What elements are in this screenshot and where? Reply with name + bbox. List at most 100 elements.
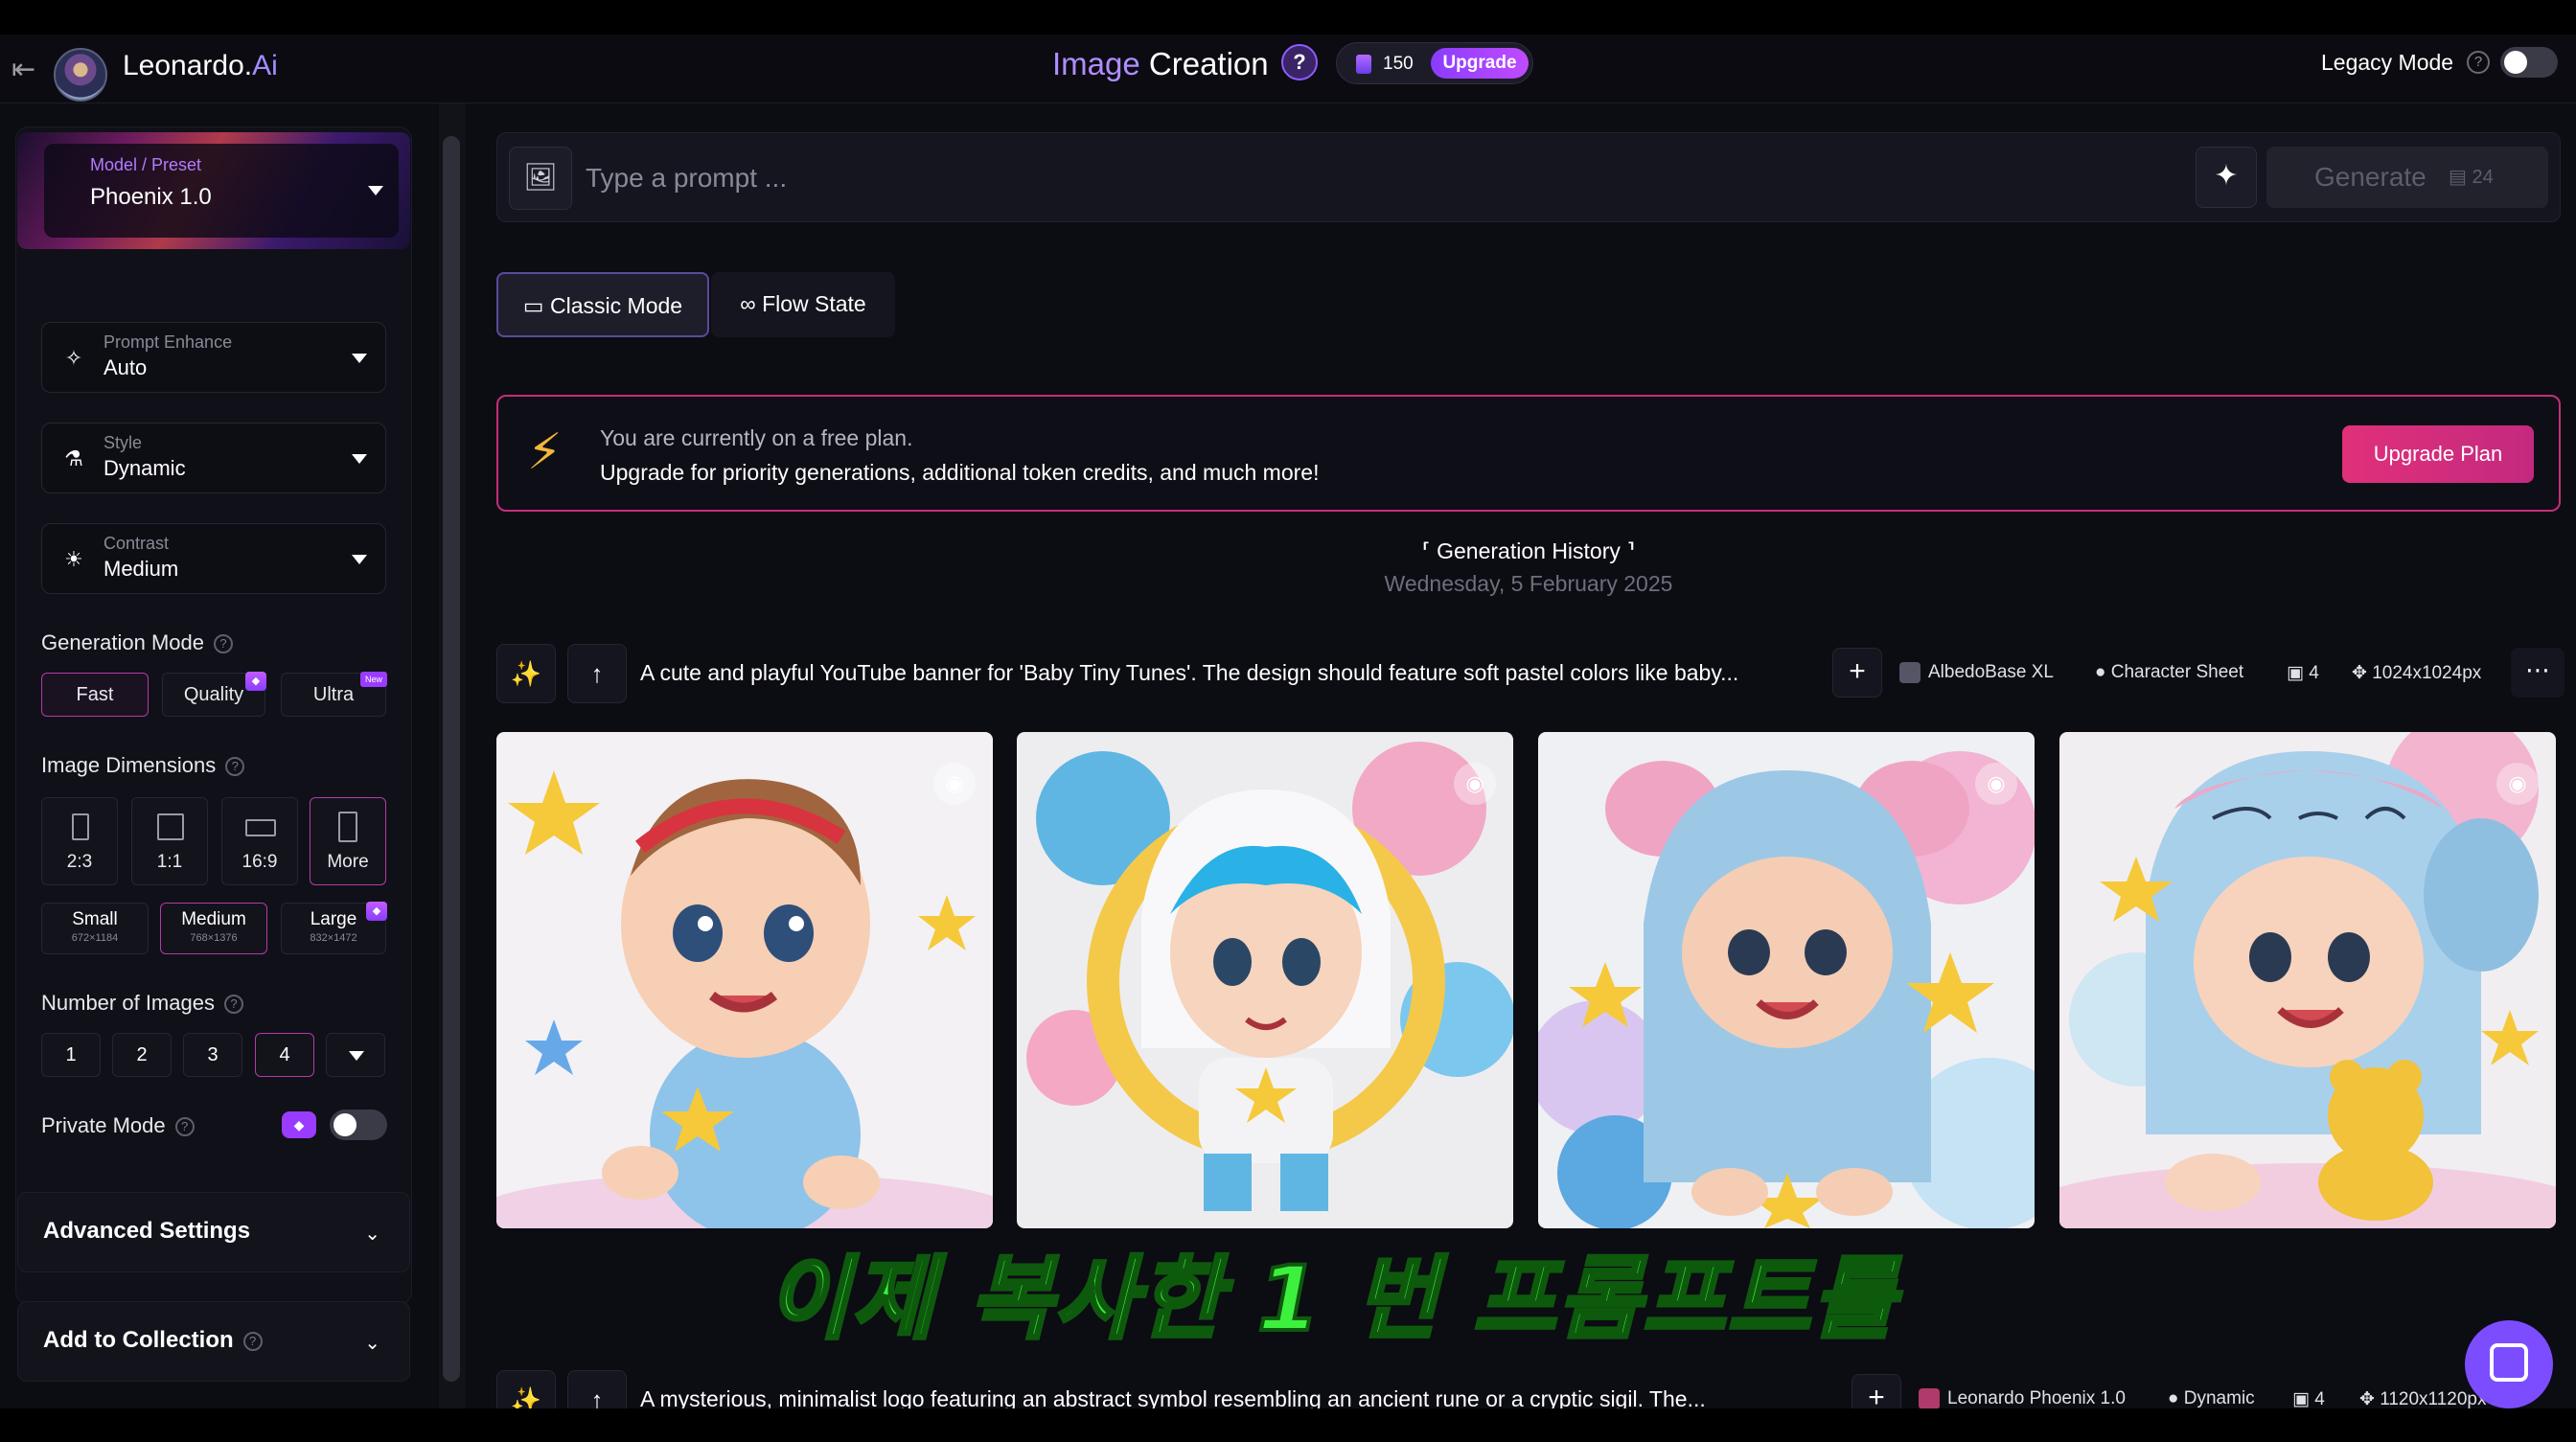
- reuse-prompt-arrow-icon[interactable]: ↑: [567, 644, 627, 703]
- brand-name[interactable]: Leonardo.Ai: [123, 50, 278, 82]
- image-dimensions-title: Image Dimensions?: [41, 753, 245, 778]
- size-large-button[interactable]: Large 832×1472 ◆: [281, 902, 387, 954]
- eye-icon[interactable]: ◉: [1454, 763, 1496, 805]
- images-icon: ▣: [2287, 663, 2304, 683]
- help-icon[interactable]: ?: [174, 1117, 195, 1137]
- count-1-button[interactable]: 1: [41, 1033, 101, 1077]
- legacy-help-icon[interactable]: ?: [2467, 51, 2490, 74]
- images-icon: ▣: [2292, 1389, 2310, 1408]
- chevron-down-icon: [349, 1051, 364, 1061]
- generated-image-3[interactable]: ◉: [1538, 732, 2035, 1228]
- tall-portrait-icon: [338, 812, 357, 842]
- baby-illustration-3: [1538, 732, 2035, 1228]
- chevron-down-icon: [368, 186, 383, 195]
- generation-prompt-text[interactable]: A mysterious, minimalist logo featuring …: [640, 1386, 1706, 1408]
- aspect-label: 16:9: [242, 852, 278, 872]
- add-icon[interactable]: +: [1852, 1374, 1901, 1408]
- upgrade-button[interactable]: Upgrade: [1431, 48, 1529, 79]
- premium-gem-icon: ◆: [282, 1111, 316, 1138]
- generated-image-2[interactable]: ◉: [1017, 732, 1513, 1228]
- help-icon[interactable]: ?: [1281, 44, 1318, 80]
- mode-quality-button[interactable]: Quality ◆: [162, 672, 266, 717]
- advanced-settings-label: Advanced Settings: [43, 1218, 251, 1244]
- generation-style: ● Character Sheet: [2095, 662, 2243, 683]
- size-small-button[interactable]: Small 672×1184: [41, 903, 149, 954]
- chevron-down-icon: [352, 454, 367, 464]
- premium-gem-icon: ◆: [245, 672, 266, 691]
- image-prompt-icon[interactable]: 🖼: [509, 147, 572, 210]
- aspect-more-button[interactable]: More: [310, 797, 386, 885]
- model-name: AlbedoBase XL: [1928, 662, 2054, 683]
- help-icon[interactable]: ?: [242, 1331, 263, 1351]
- toggle-knob: [2504, 51, 2527, 74]
- prompt-improve-icon[interactable]: ✦: [2196, 147, 2257, 208]
- style-label: Style: [104, 433, 143, 452]
- more-options-icon[interactable]: ⋯: [2511, 648, 2564, 698]
- reuse-prompt-arrow-icon[interactable]: ↑: [567, 1370, 627, 1408]
- eye-icon[interactable]: ◉: [1975, 763, 2017, 805]
- help-icon[interactable]: ?: [223, 995, 243, 1015]
- collapse-sidebar-icon[interactable]: ⇤: [12, 54, 44, 86]
- drop-icon: ●: [2168, 1388, 2179, 1408]
- drop-icon: ●: [2095, 662, 2106, 682]
- count-value: 4: [2309, 663, 2319, 683]
- generation-model: AlbedoBase XL: [1899, 662, 2054, 683]
- generate-cost: ▤ 24: [2449, 167, 2494, 188]
- count-more-dropdown[interactable]: [326, 1033, 385, 1077]
- private-mode-toggle[interactable]: [330, 1110, 387, 1140]
- help-icon[interactable]: ?: [214, 634, 233, 654]
- app-window: ⇤ Leonardo.Ai Image Creation ? 150 Upgra…: [0, 34, 2576, 1408]
- aspect-2-3-button[interactable]: 2:3: [41, 797, 118, 885]
- legacy-mode-toggle[interactable]: [2500, 47, 2558, 78]
- advanced-settings-section[interactable]: Advanced Settings ⌄: [17, 1192, 410, 1272]
- size-medium-button[interactable]: Medium 768×1376: [160, 903, 267, 954]
- prompt-input[interactable]: [586, 156, 2023, 200]
- magic-wand-icon[interactable]: ✨: [496, 1370, 556, 1408]
- upgrade-plan-button[interactable]: Upgrade Plan: [2342, 425, 2534, 483]
- model-preset-value: Phoenix 1.0: [90, 184, 212, 210]
- sun-icon: ☀: [64, 547, 83, 571]
- count-4-button[interactable]: 4: [255, 1033, 314, 1077]
- classic-mode-tab[interactable]: ▭ Classic Mode: [496, 272, 709, 337]
- model-preset-selector[interactable]: Model / Preset Phoenix 1.0: [17, 132, 410, 249]
- landscape-icon: [245, 819, 276, 836]
- leonardo-logo[interactable]: [54, 48, 107, 102]
- generate-button[interactable]: Generate ▤ 24: [2266, 147, 2548, 208]
- page-title: Image Creation: [1052, 46, 1269, 82]
- eye-icon[interactable]: ◉: [2496, 763, 2539, 805]
- style-select[interactable]: ⚗ Style Dynamic: [41, 423, 386, 493]
- banner-line-2: Upgrade for priority generations, additi…: [600, 460, 1320, 485]
- video-subtitle-overlay: 이제 복사한 1 번 프롬프트를: [765, 1246, 1898, 1354]
- aspect-1-1-button[interactable]: 1:1: [131, 797, 208, 885]
- add-to-collection-section[interactable]: Add to Collection? ⌄: [17, 1301, 410, 1382]
- contrast-select[interactable]: ☀ Contrast Medium: [41, 523, 386, 594]
- sidebar-scrollbar[interactable]: [443, 136, 460, 1382]
- chat-support-icon[interactable]: [2465, 1320, 2553, 1408]
- token-count: 150: [1383, 54, 1414, 74]
- token-balance[interactable]: 150 Upgrade: [1336, 42, 1533, 84]
- baby-illustration-4: [2059, 732, 2556, 1228]
- private-mode-title: Private Mode?: [41, 1113, 195, 1138]
- eye-icon[interactable]: ◉: [933, 763, 976, 805]
- model-preset-panel: Model / Preset Phoenix 1.0: [44, 144, 399, 238]
- magic-wand-icon[interactable]: ✨: [496, 644, 556, 703]
- aspect-label: 1:1: [156, 852, 183, 872]
- help-icon[interactable]: ?: [225, 757, 245, 777]
- generated-image-1[interactable]: ◉: [496, 732, 993, 1228]
- mode-fast-button[interactable]: Fast: [41, 673, 149, 717]
- count-3-button[interactable]: 3: [183, 1033, 242, 1077]
- count-2-button[interactable]: 2: [112, 1033, 172, 1077]
- mode-ultra-button[interactable]: Ultra New: [281, 672, 387, 717]
- banner-line-1: You are currently on a free plan.: [600, 425, 913, 450]
- add-icon[interactable]: +: [1832, 648, 1882, 698]
- flask-icon: ⚗: [64, 446, 83, 470]
- generation-style: ● Dynamic: [2168, 1388, 2255, 1408]
- title-word-image: Image: [1052, 46, 1140, 81]
- generation-prompt-text[interactable]: A cute and playful YouTube banner for 'B…: [640, 660, 1738, 686]
- chevron-down-icon: [352, 354, 367, 363]
- generate-cost-value: 24: [2472, 167, 2494, 188]
- flow-state-tab[interactable]: ∞ Flow State: [711, 272, 895, 337]
- prompt-enhance-select[interactable]: ✧ Prompt Enhance Auto: [41, 322, 386, 393]
- aspect-16-9-button[interactable]: 16:9: [221, 797, 298, 885]
- generated-image-4[interactable]: ◉: [2059, 732, 2556, 1228]
